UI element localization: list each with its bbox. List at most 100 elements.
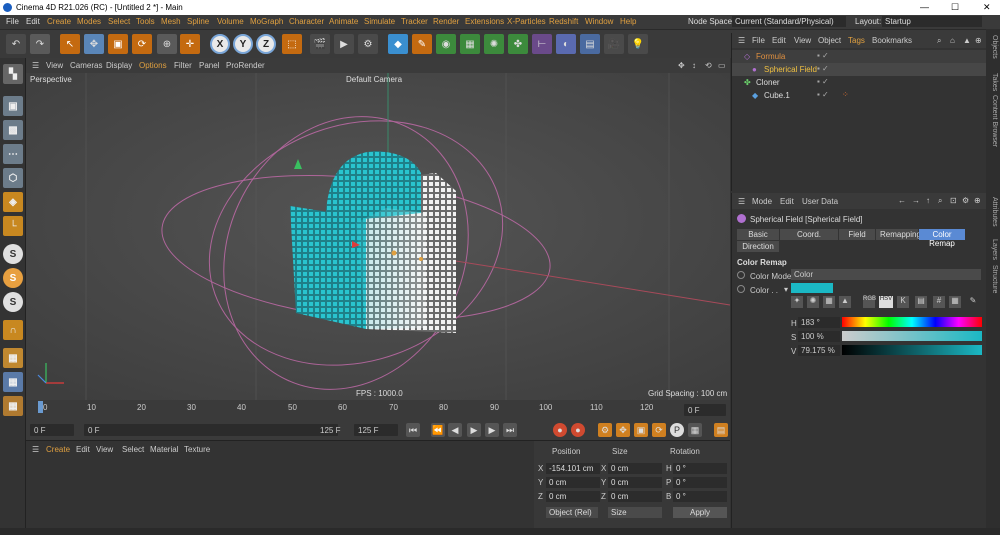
points-mode-icon[interactable]: ⋯ <box>3 144 23 164</box>
deformer-icon[interactable]: ▦ <box>460 34 480 54</box>
gizmo-z-handle[interactable] <box>419 257 423 261</box>
pen-spline-icon[interactable]: ✎ <box>412 34 432 54</box>
viewport-menu-view[interactable]: View <box>46 61 63 70</box>
field-icon[interactable]: ✺ <box>484 34 504 54</box>
coordinate-system-icon[interactable]: ⬚ <box>282 34 302 54</box>
viewport-move-icon[interactable]: ✥ <box>678 61 685 70</box>
swatches-icon[interactable]: # <box>933 296 945 308</box>
cube-primitive-icon[interactable]: ◆ <box>388 34 408 54</box>
texture-mode-icon[interactable]: ▩ <box>3 120 23 140</box>
saturation-field[interactable]: 100 % <box>798 331 840 342</box>
menu-redshift[interactable]: Redshift <box>549 17 578 26</box>
kelvin-mode-icon[interactable]: K <box>897 296 909 308</box>
lock-icon[interactable]: ⊡ <box>950 196 957 205</box>
record-position-icon[interactable]: ✥ <box>616 423 630 437</box>
rotation-h-field[interactable]: 0 ° <box>673 463 727 474</box>
prev-frame-icon[interactable]: ◀ <box>448 423 462 437</box>
menu-mograph[interactable]: MoGraph <box>250 17 283 26</box>
size-z-field[interactable]: 0 cm <box>608 491 662 502</box>
record-scale-icon[interactable]: ▣ <box>634 423 648 437</box>
preview-start-field[interactable]: 0 F <box>84 424 338 436</box>
menu-file[interactable]: File <box>6 17 19 26</box>
color-swatch[interactable] <box>791 283 833 293</box>
eyedropper-icon[interactable]: ✎ <box>967 296 979 308</box>
menu-window[interactable]: Window <box>585 17 613 26</box>
rotation-p-field[interactable]: 0 ° <box>673 477 727 488</box>
generator-icon[interactable]: ◉ <box>436 34 456 54</box>
attr-menu-edit[interactable]: Edit <box>780 197 794 206</box>
menu-help[interactable]: Help <box>620 17 636 26</box>
menu-render[interactable]: Render <box>433 17 459 26</box>
workplane-icon[interactable]: ▦ <box>3 348 23 368</box>
edges-mode-icon[interactable]: ⬡ <box>3 168 23 188</box>
play-icon[interactable]: ▶ <box>467 423 481 437</box>
viewport-menu-filter[interactable]: Filter <box>174 61 192 70</box>
object-menu-edit[interactable]: Edit <box>772 36 786 45</box>
object-up-icon[interactable]: ▲ <box>963 36 971 45</box>
magnet-icon[interactable]: ∩ <box>3 320 23 340</box>
minimize-icon[interactable]: — <box>920 2 929 12</box>
object-menu-bookmarks[interactable]: Bookmarks <box>872 36 912 45</box>
viewport-menu-cameras[interactable]: Cameras <box>70 61 102 70</box>
maximize-icon[interactable]: ☐ <box>951 2 959 13</box>
timeline-ruler[interactable]: 0 10 20 30 40 50 60 70 80 90 100 110 120… <box>26 400 730 420</box>
light-icon[interactable]: 💡 <box>628 34 648 54</box>
value-slider[interactable] <box>842 345 982 355</box>
tab-coord[interactable]: Coord. <box>780 229 838 240</box>
layout-select[interactable]: Startup <box>882 16 982 27</box>
visibility-dots[interactable]: ▪ ✓ <box>817 51 829 60</box>
menu-animate[interactable]: Animate <box>329 17 358 26</box>
render-view-icon[interactable]: 🎬 <box>310 34 330 54</box>
object-search-icon[interactable]: ⌕ <box>937 36 941 46</box>
menu-x-particles[interactable]: X-Particles <box>507 17 546 26</box>
material-menu-select[interactable]: Select <box>122 445 144 454</box>
floor-icon[interactable]: ▤ <box>580 34 600 54</box>
new-manager-icon[interactable]: ⊕ <box>974 196 981 205</box>
menu-modes[interactable]: Modes <box>77 17 101 26</box>
object-menu-view[interactable]: View <box>794 36 811 45</box>
make-editable-icon[interactable]: ▚ <box>3 64 23 84</box>
menu-spline[interactable]: Spline <box>187 17 209 26</box>
prev-key-icon[interactable]: ⏪ <box>431 423 445 437</box>
menu-simulate[interactable]: Simulate <box>364 17 395 26</box>
menu-select[interactable]: Select <box>108 17 130 26</box>
menu-edit[interactable]: Edit <box>26 17 40 26</box>
planar-workplane-icon[interactable]: ▦ <box>3 396 23 416</box>
material-menu-texture[interactable]: Texture <box>184 445 210 454</box>
material-tag-icon[interactable]: ⁘ <box>842 90 849 99</box>
attr-menu-user-data[interactable]: User Data <box>802 197 838 206</box>
visibility-dots[interactable]: ▪ ✓ <box>817 90 829 99</box>
tab-field[interactable]: Field <box>839 229 875 240</box>
menu-mesh[interactable]: Mesh <box>161 17 181 26</box>
up-arrow-icon[interactable]: ↑ <box>926 196 930 205</box>
menu-extensions[interactable]: Extensions <box>465 17 504 26</box>
keyframe-selection-icon[interactable]: ⚙ <box>598 423 612 437</box>
camera-object-icon[interactable]: ◐ <box>556 34 576 54</box>
object-name[interactable]: Formula <box>756 52 785 61</box>
locked-workplane-icon[interactable]: ▦ <box>3 372 23 392</box>
back-arrow-icon[interactable]: ← <box>898 196 906 205</box>
apply-button[interactable]: Apply <box>673 507 727 518</box>
recent-tools-icon[interactable]: ⊕ <box>157 34 177 54</box>
live-selection-icon[interactable]: ↖ <box>60 34 80 54</box>
current-frame-field[interactable]: 0 F <box>684 404 726 416</box>
object-row-cube[interactable]: ◆ Cube.1 ▪ ✓ ⁘ <box>732 89 987 102</box>
menu-create[interactable]: Create <box>47 17 71 26</box>
object-name[interactable]: Cube.1 <box>764 91 790 100</box>
saturation-slider[interactable] <box>842 331 982 341</box>
visibility-dots[interactable]: ▪ ✓ <box>817 77 829 86</box>
tab-direction[interactable]: Direction <box>737 241 779 252</box>
next-frame-icon[interactable]: ▶ <box>485 423 499 437</box>
side-tab-objects[interactable]: Objects <box>991 35 998 59</box>
grid-swatch-icon[interactable]: ▦ <box>949 296 961 308</box>
x-axis-lock-icon[interactable]: X <box>210 34 230 54</box>
mixer-icon[interactable]: ▤ <box>915 296 927 308</box>
spectrum-icon[interactable]: ▦ <box>823 296 835 308</box>
side-tab-structure[interactable]: Structure <box>991 265 998 293</box>
viewport-menu-options[interactable]: Options <box>139 61 167 70</box>
attr-menu-mode[interactable]: Mode <box>752 197 772 206</box>
attr-menu-icon[interactable]: ☰ <box>738 197 745 206</box>
render-picture-viewer-icon[interactable]: ▶ <box>334 34 354 54</box>
object-menu-tags[interactable]: Tags <box>848 36 865 45</box>
viewport-maximize-icon[interactable]: ▭ <box>718 61 726 70</box>
